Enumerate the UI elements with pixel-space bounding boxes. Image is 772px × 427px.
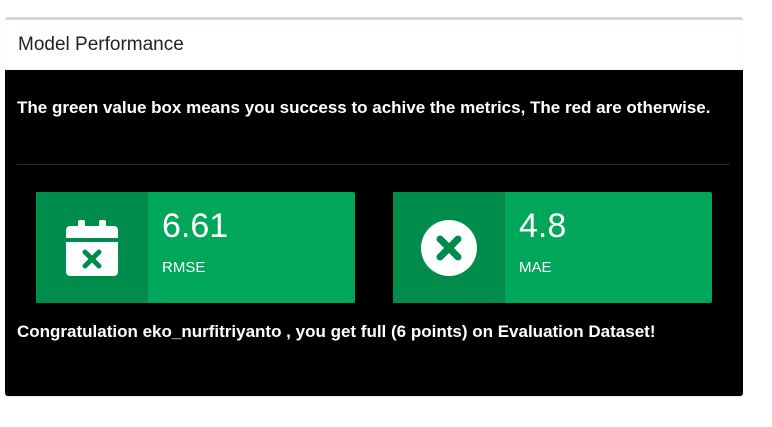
congratulation-message: Congratulation eko_nurfitriyanto , you g…: [17, 322, 656, 341]
calendar-x-icon: [36, 192, 148, 303]
rmse-value: 6.61: [162, 207, 229, 245]
metrics-explanation: The green value box means you success to…: [17, 98, 711, 117]
rmse-label: RMSE: [162, 259, 206, 276]
mae-value-box: 4.8 MAE: [393, 192, 712, 303]
divider: [17, 164, 730, 165]
rmse-value-box: 6.61 RMSE: [36, 192, 355, 303]
model-performance-panel: Model Performance The green value box me…: [5, 17, 743, 396]
mae-value: 4.8: [519, 207, 567, 245]
circle-x-icon: [393, 192, 505, 303]
panel-body: The green value box means you success to…: [5, 70, 743, 393]
panel-title: Model Performance: [18, 33, 184, 55]
panel-header: Model Performance: [5, 20, 743, 70]
mae-label: MAE: [519, 259, 552, 276]
